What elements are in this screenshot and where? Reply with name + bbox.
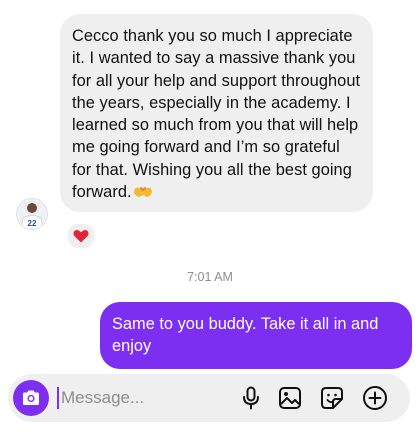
outgoing-message-bubble[interactable]: Same to you buddy. Take it all in and en… [100,302,412,369]
microphone-icon [243,386,259,410]
message-thread: 22 Cecco thank you so much I appreciate … [0,0,420,432]
heart-reaction[interactable] [66,222,96,250]
camera-icon [23,390,39,405]
avatar[interactable]: 22 [16,198,48,230]
microphone-button[interactable] [238,385,264,411]
heart-icon [73,230,89,243]
jersey-number: 22 [28,219,37,228]
text-cursor [57,387,59,409]
incoming-message-bubble[interactable]: Cecco thank you so much I appreciate it.… [60,14,373,213]
gallery-icon [279,387,301,409]
message-timestamp: 7:01 AM [187,270,233,284]
outgoing-message-text: Same to you buddy. Take it all in and en… [112,315,379,356]
sticker-icon [321,387,343,409]
message-composer [8,374,410,422]
camera-button[interactable] [13,380,49,416]
message-input[interactable] [61,382,231,414]
sticker-button[interactable] [319,385,345,411]
hands-heart-emoji-icon [132,183,154,199]
plus-icon [363,386,387,410]
incoming-message-text: Cecco thank you so much I appreciate it.… [72,27,361,202]
gallery-button[interactable] [277,385,303,411]
add-button[interactable] [362,385,388,411]
